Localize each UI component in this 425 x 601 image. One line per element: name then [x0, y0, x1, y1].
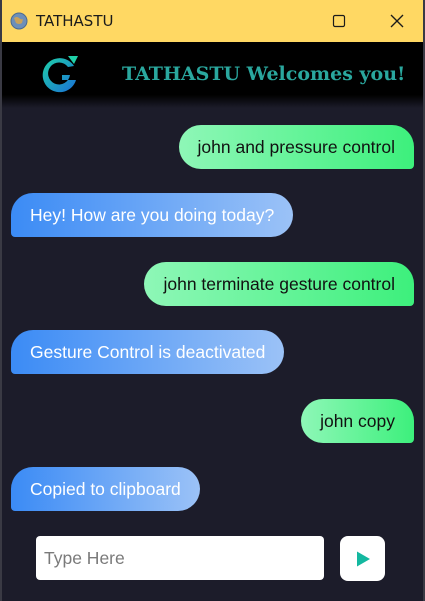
- input-bar: [2, 528, 423, 601]
- send-button[interactable]: [340, 536, 385, 581]
- bot-message: Copied to clipboard: [11, 467, 200, 511]
- user-message: john terminate gesture control: [144, 262, 414, 306]
- globe-icon: [10, 12, 28, 30]
- message-input[interactable]: [36, 536, 324, 580]
- title-bar[interactable]: TATHASTU: [2, 0, 423, 42]
- maximize-button[interactable]: [310, 0, 368, 42]
- close-icon: [390, 14, 404, 28]
- minimize-icon: [276, 20, 286, 22]
- minimize-button[interactable]: [252, 0, 310, 42]
- user-message: john and pressure control: [178, 125, 414, 169]
- tathastu-logo-icon: [42, 56, 78, 93]
- welcome-heading: TATHASTU Welcomes you!: [122, 63, 406, 85]
- close-button[interactable]: [368, 0, 425, 42]
- app-window: TATHASTU TATHASTU Welcomes you! john and…: [0, 0, 425, 601]
- play-triangle-icon: [356, 551, 370, 566]
- window-title: TATHASTU: [36, 12, 114, 30]
- user-message: john copy: [301, 399, 414, 443]
- chat-header: TATHASTU Welcomes you!: [2, 42, 423, 108]
- bot-message: Gesture Control is deactivated: [11, 330, 285, 374]
- maximize-icon: [332, 14, 346, 28]
- chat-log[interactable]: john and pressure control Hey! How are y…: [2, 108, 423, 528]
- bot-message: Hey! How are you doing today?: [11, 193, 294, 237]
